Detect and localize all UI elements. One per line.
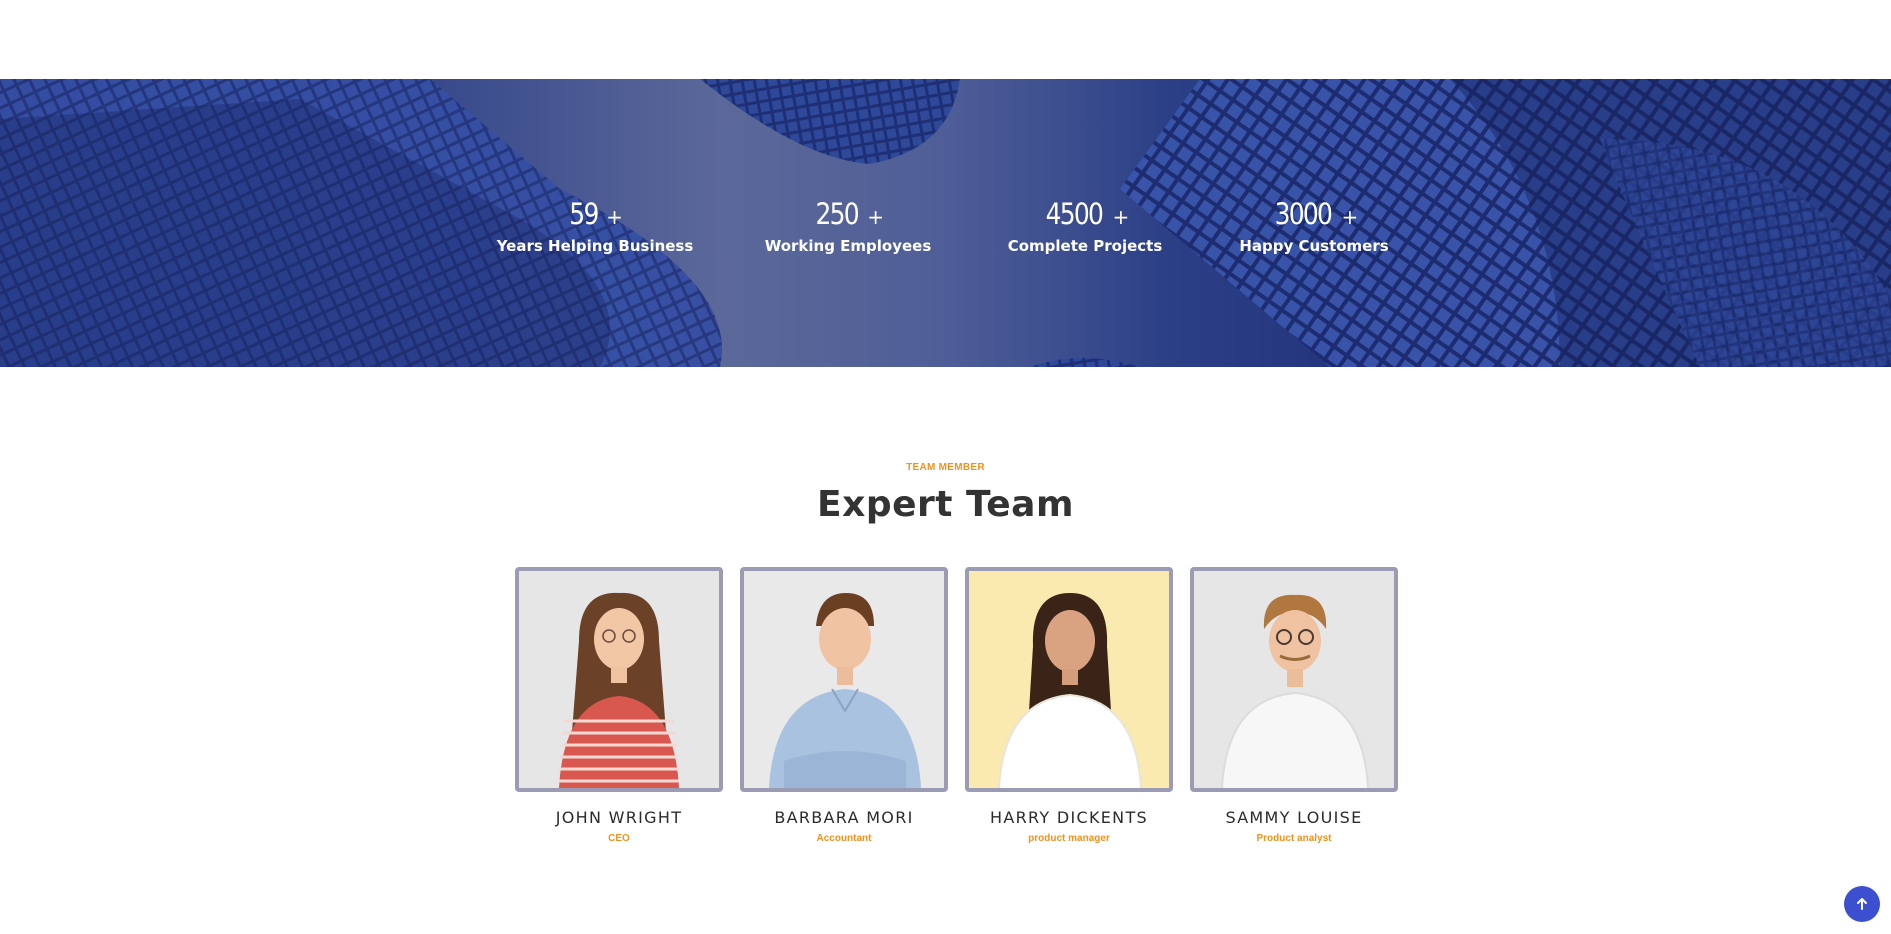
stat-label: Complete Projects [1007,237,1163,255]
team-section: TEAM MEMBER Expert Team JOHN WRIGHT CEO [0,367,1891,934]
stat-customers: 3000 + Happy Customers [1194,197,1434,255]
stat-years: 59 + Years Helping Business [475,197,715,255]
team-card[interactable]: JOHN WRIGHT CEO [515,567,723,844]
member-role: Accountant [816,833,872,844]
stat-plus-sign: + [867,205,885,229]
member-name: SAMMY LOUISE [1225,808,1363,827]
member-role: product manager [1028,833,1110,844]
stat-number: 4500 [1045,197,1103,231]
member-name: JOHN WRIGHT [555,808,683,827]
stat-plus-sign: + [1112,205,1130,229]
member-photo [1190,567,1398,792]
member-role: Product analyst [1256,833,1332,844]
stat-label: Years Helping Business [496,237,694,255]
stat-number: 3000 [1274,197,1332,231]
team-card[interactable]: BARBARA MORI Accountant [740,567,948,844]
scroll-to-top-button[interactable] [1844,886,1880,922]
stat-label: Working Employees [764,237,932,255]
member-name: HARRY DICKENTS [990,808,1148,827]
member-photo [965,567,1173,792]
stat-plus-sign: + [1341,205,1359,229]
stat-employees: 250 + Working Employees [728,197,968,255]
member-role: CEO [608,833,630,844]
team-card[interactable]: SAMMY LOUISE Product analyst [1190,567,1398,844]
section-eyebrow: TEAM MEMBER [906,462,985,473]
member-name: BARBARA MORI [774,808,914,827]
arrow-up-icon [1857,898,1867,910]
stat-number: 250 [815,197,859,231]
stat-projects: 4500 + Complete Projects [965,197,1205,255]
team-card[interactable]: HARRY DICKENTS product manager [965,567,1173,844]
member-photo [740,567,948,792]
stats-banner: 59 + Years Helping Business 250 + Workin… [0,79,1891,367]
section-title: Expert Team [817,484,1074,525]
stat-label: Happy Customers [1239,237,1389,255]
stat-number: 59 [569,197,599,231]
member-photo [515,567,723,792]
stat-plus-sign: + [606,205,623,229]
